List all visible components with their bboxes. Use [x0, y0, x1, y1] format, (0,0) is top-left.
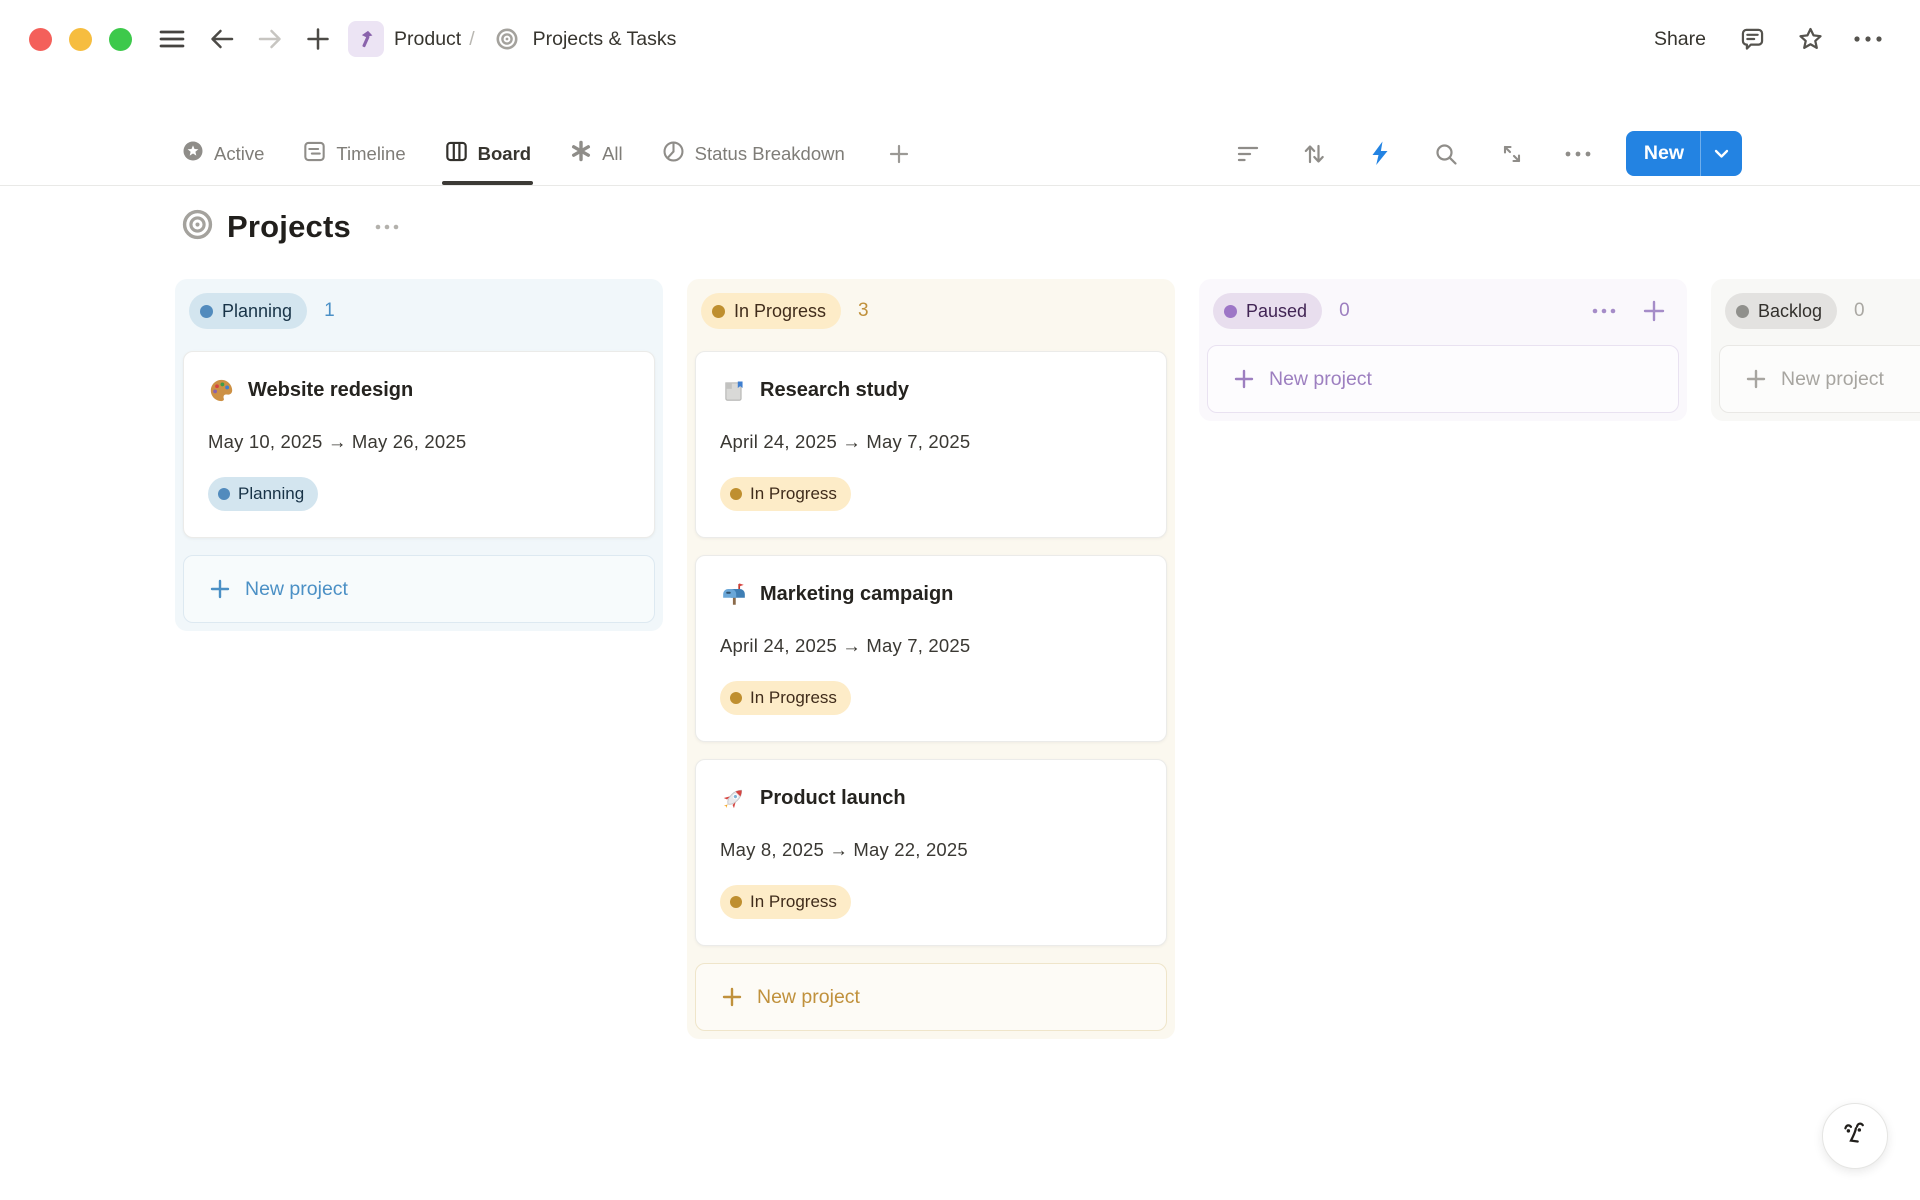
column-header[interactable]: Backlog 0	[1719, 285, 1920, 343]
status-dot-icon	[218, 488, 230, 500]
minimize-window-button[interactable]	[69, 28, 92, 51]
status-dot-icon	[1736, 305, 1749, 318]
board-column-paused: Paused 0 New project	[1199, 279, 1687, 421]
title-ellipsis-icon[interactable]	[374, 218, 400, 236]
project-card[interactable]: Product launch May 8, 2025 → May 22, 202…	[695, 759, 1167, 946]
project-card[interactable]: Marketing campaign April 24, 2025 → May …	[695, 555, 1167, 742]
board-column-planning: Planning 1 Website redesign May 10, 2025…	[175, 279, 663, 631]
project-card[interactable]: Website redesign May 10, 2025 → May 26, …	[183, 351, 655, 538]
new-project-button[interactable]: New project	[183, 555, 655, 623]
timeline-icon	[302, 139, 327, 169]
card-title: Product launch	[760, 787, 906, 810]
window-titlebar: Product / Projects & Tasks Share	[0, 0, 1920, 78]
hammer-icon[interactable]	[348, 21, 384, 57]
plus-icon	[209, 578, 231, 600]
plus-icon	[721, 986, 743, 1008]
project-card[interactable]: Research study April 24, 2025 → May 7, 2…	[695, 351, 1167, 538]
card-title: Website redesign	[248, 379, 413, 402]
window-controls	[29, 28, 132, 51]
sort-icon[interactable]	[1296, 136, 1332, 172]
kanban-board: Planning 1 Website redesign May 10, 2025…	[175, 279, 1920, 1039]
card-status-badge: Planning	[208, 477, 318, 511]
column-header[interactable]: Planning 1	[183, 285, 655, 343]
status-dot-icon	[200, 305, 213, 318]
plus-icon	[1233, 368, 1255, 390]
expand-icon[interactable]	[1494, 136, 1530, 172]
chevron-down-icon[interactable]	[1701, 149, 1742, 159]
new-project-button[interactable]: New project	[1719, 345, 1920, 413]
tab-status-breakdown[interactable]: Status Breakdown	[661, 122, 845, 185]
palette-icon	[208, 377, 235, 404]
search-icon[interactable]	[1428, 136, 1464, 172]
page-header: Projects	[181, 208, 1920, 246]
ellipsis-icon[interactable]	[1850, 21, 1886, 57]
zoom-window-button[interactable]	[109, 28, 132, 51]
breadcrumb-workspace[interactable]: Product	[394, 28, 461, 51]
bookmark-tabs-icon	[720, 377, 747, 404]
status-dot-icon	[730, 488, 742, 500]
group-status-pill: In Progress	[701, 293, 841, 329]
tab-timeline[interactable]: Timeline	[302, 122, 405, 185]
column-ellipsis-icon[interactable]	[1589, 296, 1619, 326]
tab-active-view[interactable]: Active	[181, 122, 264, 185]
card-status-badge: In Progress	[720, 477, 851, 511]
group-status-pill: Paused	[1213, 293, 1322, 329]
card-title: Marketing campaign	[760, 583, 953, 606]
board-column-backlog: Backlog 0 New project	[1711, 279, 1920, 421]
group-status-pill: Planning	[189, 293, 307, 329]
status-dot-icon	[1224, 305, 1237, 318]
card-date-range: May 10, 2025 → May 26, 2025	[208, 431, 630, 453]
column-count: 3	[858, 300, 869, 322]
comment-icon[interactable]	[1734, 21, 1770, 57]
page-title: Projects	[227, 209, 351, 245]
card-date-range: April 24, 2025 → May 7, 2025	[720, 635, 1142, 657]
pie-chart-icon	[661, 139, 686, 169]
plus-icon	[1745, 368, 1767, 390]
notion-ai-face-icon	[1837, 1116, 1873, 1157]
card-date-range: April 24, 2025 → May 7, 2025	[720, 431, 1142, 453]
column-header[interactable]: In Progress 3	[695, 285, 1167, 343]
card-date-range: May 8, 2025 → May 22, 2025	[720, 839, 1142, 861]
mailbox-icon	[720, 581, 747, 608]
close-window-button[interactable]	[29, 28, 52, 51]
hamburger-icon[interactable]	[154, 21, 190, 57]
column-add-plus-icon[interactable]	[1639, 296, 1669, 326]
back-arrow-icon[interactable]	[204, 21, 240, 57]
rocket-icon	[720, 785, 747, 812]
lightning-icon[interactable]	[1362, 136, 1398, 172]
ellipsis-icon[interactable]	[1560, 136, 1596, 172]
notion-ai-button[interactable]	[1822, 1103, 1888, 1169]
asterisk-icon	[569, 139, 593, 168]
new-button[interactable]: New	[1626, 131, 1742, 176]
star-icon[interactable]	[1792, 21, 1828, 57]
target-icon	[181, 208, 214, 246]
board-columns-icon	[444, 139, 469, 169]
tab-board[interactable]: Board	[444, 122, 531, 185]
status-dot-icon	[730, 896, 742, 908]
forward-arrow-icon[interactable]	[252, 21, 288, 57]
breadcrumb-page[interactable]: Projects & Tasks	[533, 28, 677, 51]
target-icon	[489, 21, 525, 57]
tab-all[interactable]: All	[569, 122, 623, 185]
new-tab-plus-icon[interactable]	[300, 21, 336, 57]
column-count: 1	[324, 300, 335, 322]
share-button[interactable]: Share	[1648, 24, 1712, 55]
breadcrumb-separator: /	[469, 28, 474, 51]
add-view-plus-icon[interactable]	[887, 122, 911, 185]
status-dot-icon	[730, 692, 742, 704]
new-project-button[interactable]: New project	[1207, 345, 1679, 413]
group-status-pill: Backlog	[1725, 293, 1837, 329]
card-status-badge: In Progress	[720, 681, 851, 715]
filter-icon[interactable]	[1230, 136, 1266, 172]
card-title: Research study	[760, 379, 909, 402]
column-count: 0	[1854, 300, 1865, 322]
column-count: 0	[1339, 300, 1350, 322]
column-header[interactable]: Paused 0	[1207, 285, 1679, 343]
status-dot-icon	[712, 305, 725, 318]
star-circle-icon	[181, 139, 205, 168]
board-column-in-progress: In Progress 3 Research study April 24, 2…	[687, 279, 1175, 1039]
card-status-badge: In Progress	[720, 885, 851, 919]
new-project-button[interactable]: New project	[695, 963, 1167, 1031]
view-tabbar: Active Timeline Board All Status Breakdo…	[0, 122, 1920, 186]
